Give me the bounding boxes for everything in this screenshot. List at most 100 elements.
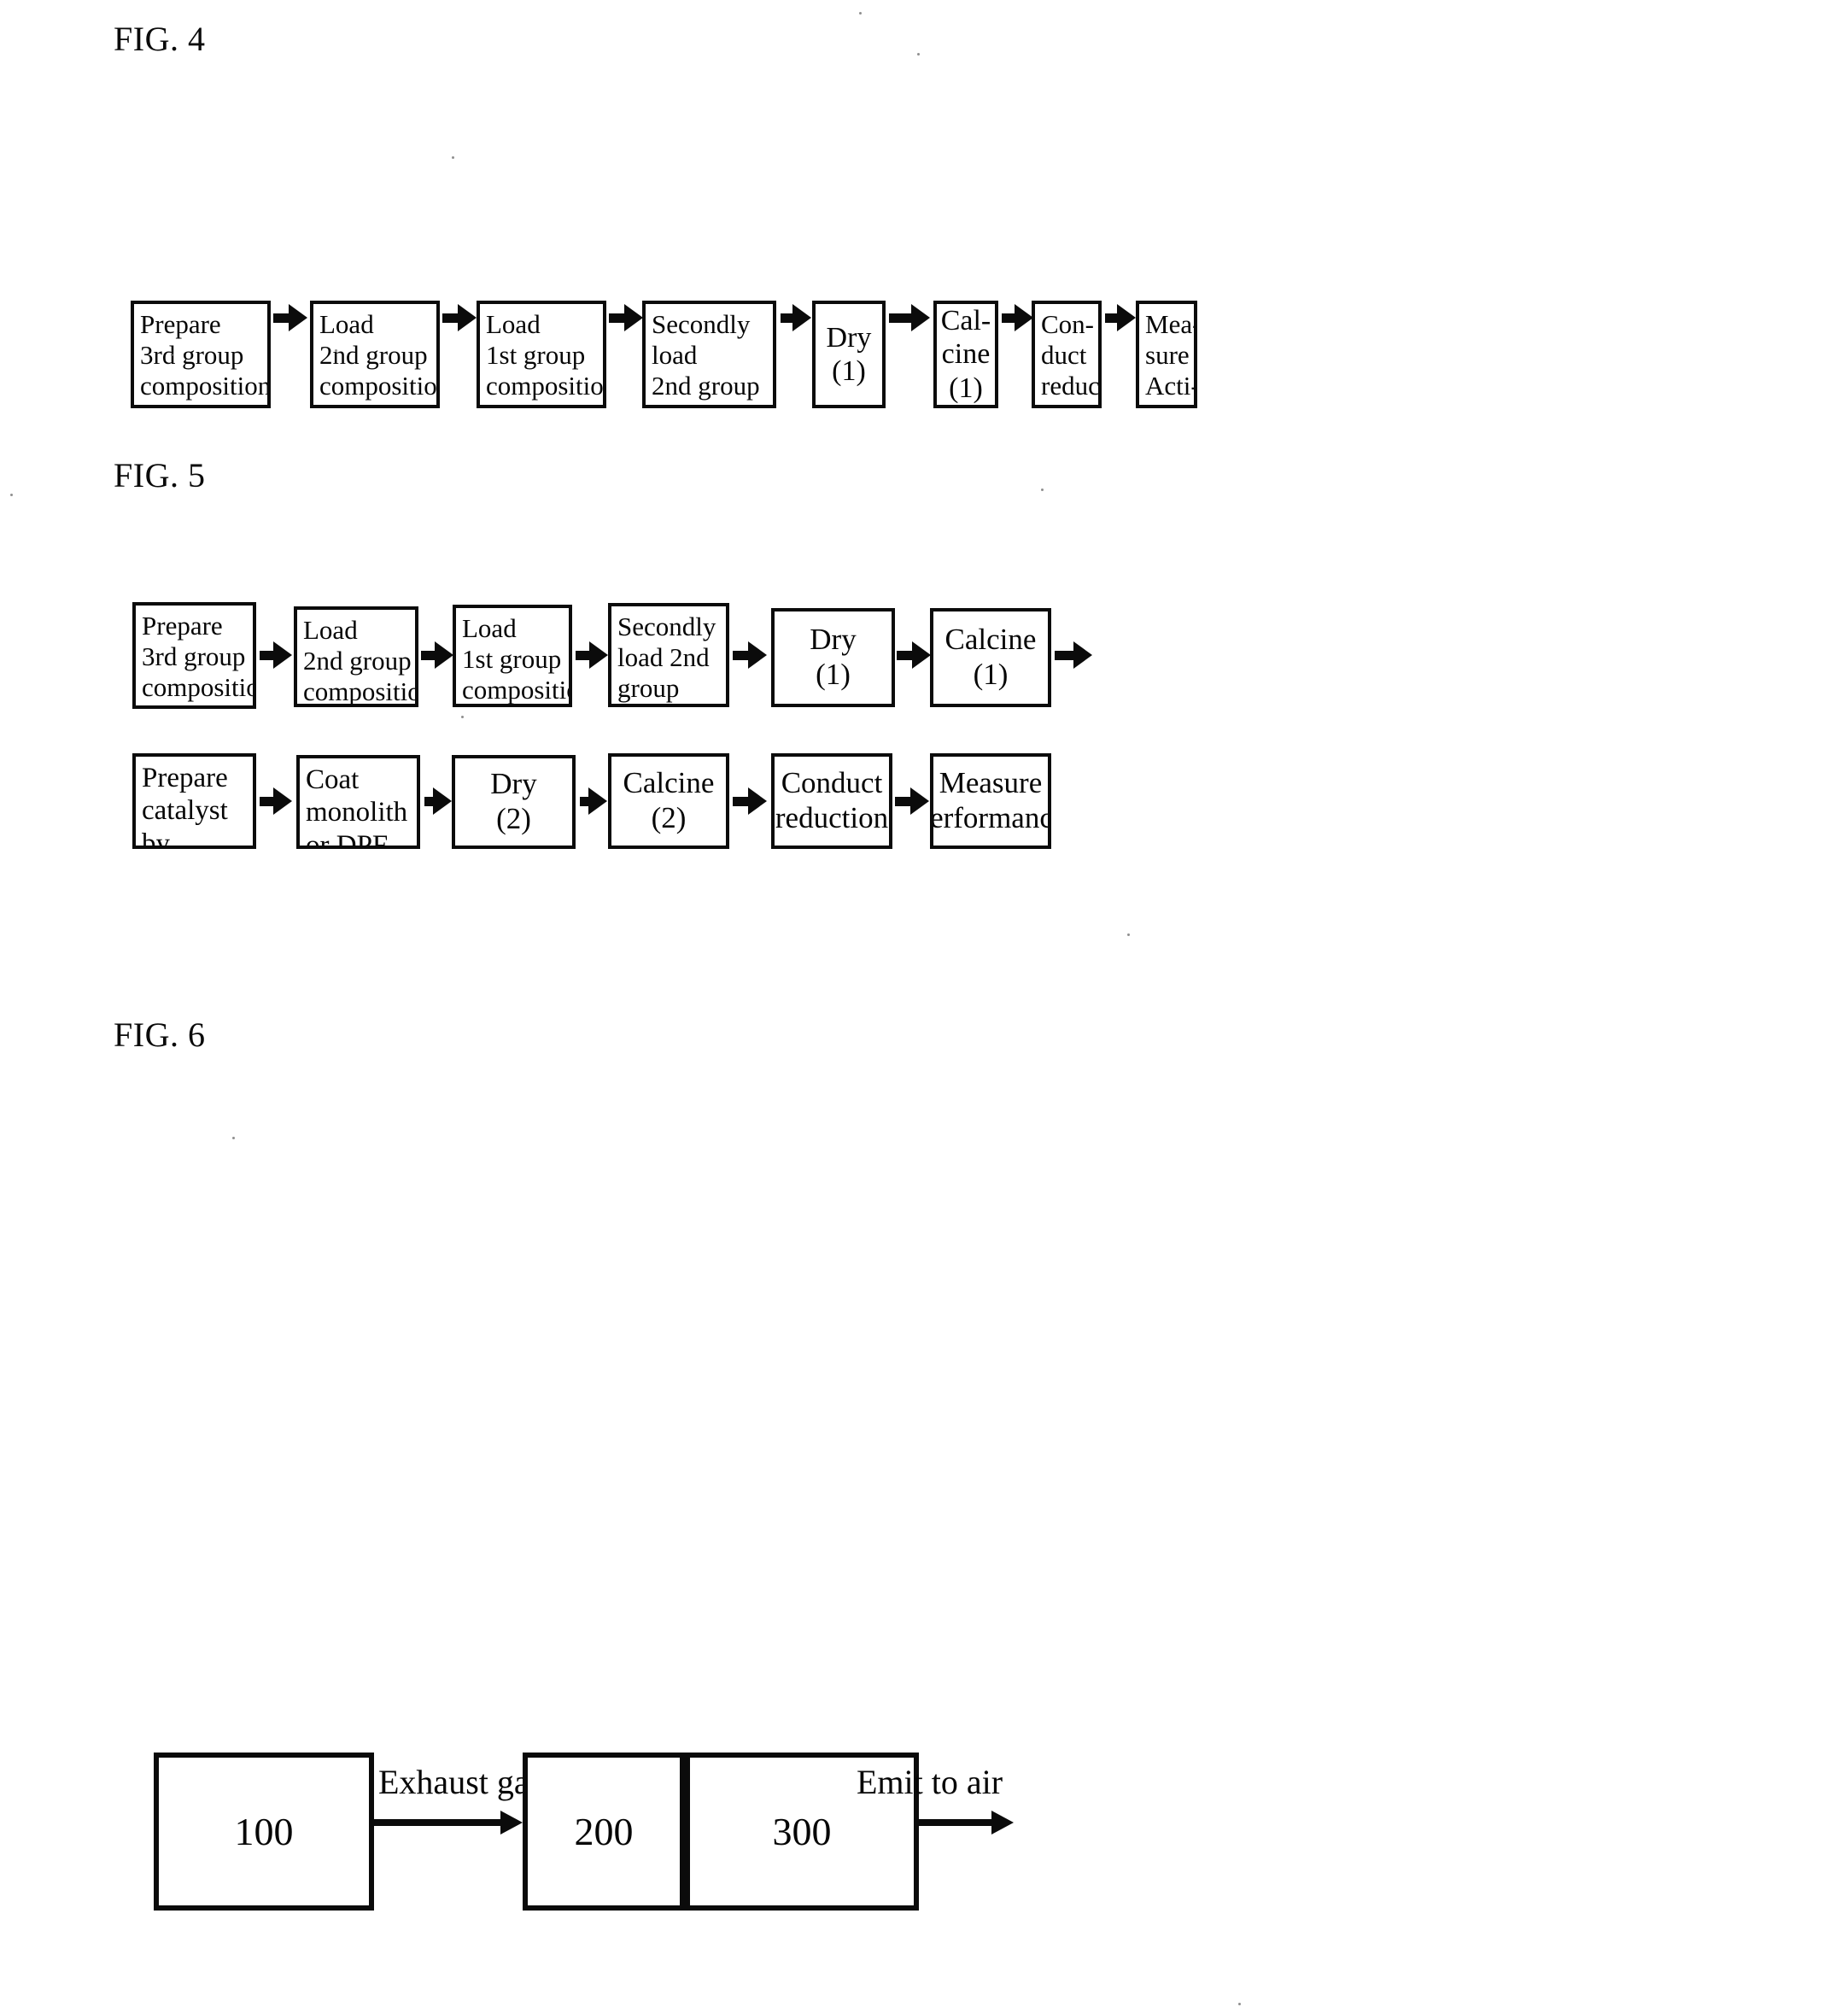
fig6-label-emit-to-air: Emit to air <box>857 1763 1003 1801</box>
fig5-box-calcine-1-text: Calcine (1) <box>944 623 1037 691</box>
arrow-shaft <box>1105 313 1118 323</box>
scan-speck <box>335 349 337 352</box>
fig5-box-calcine-1: Calcine (1) <box>930 608 1051 707</box>
fig5-box-dry-1: Dry (1) <box>771 608 895 707</box>
arrow-head <box>624 304 643 331</box>
fig5-box-coat-monolith-text: Coat monolith or DPF <box>306 764 408 849</box>
fig5-box-secondly-load: Secondly load 2nd group composition of c… <box>608 603 729 707</box>
fig5-box-calcine-2: Calcine (2) <box>608 753 729 849</box>
arrow-shaft <box>1055 650 1074 660</box>
arrow-head <box>273 787 292 815</box>
fig5-box-calcine-2-text: Calcine (2) <box>623 766 715 834</box>
fig5-box-prepare-support-text: Prepare 3rd group composition of support <box>142 611 253 705</box>
fig5-box-dry-1-text: Dry (1) <box>810 623 857 691</box>
arrow-head <box>1073 641 1092 669</box>
arrow-shaft <box>897 650 913 660</box>
fig5-box-prepare-support: Prepare 3rd group composition of support <box>132 602 256 709</box>
arrow-head <box>1117 304 1136 331</box>
scan-speck <box>171 354 173 356</box>
arrow-head <box>1015 304 1033 331</box>
fig5-box-load-2nd-group: Load 2nd group composition of co-catalys… <box>294 606 418 707</box>
fig4-box-load-2nd-group-text: Load 2nd group composition of co-catalys… <box>319 309 440 405</box>
fig4-box-conduct-reduction: Con- duct reduc- tion <box>1032 301 1102 408</box>
fig4-box-secondly-load: Secondly load 2nd group composition of c… <box>642 301 776 408</box>
arrow-shaft <box>442 313 459 323</box>
arrow-head <box>748 787 767 815</box>
arrow-head <box>500 1811 523 1835</box>
fig5-box-load-2nd-group-text: Load 2nd group composition of co-catalys… <box>303 615 415 706</box>
arrow-head <box>289 304 307 331</box>
arrow-head <box>273 641 292 669</box>
fig6-box-100: 100 <box>154 1753 374 1911</box>
arrow-shaft <box>781 313 793 323</box>
patent-drawing-sheet: FIG. 4 Prepare 3rd group composition of … <box>0 0 1848 2013</box>
fig5-box-prepare-catalyst-text: Prepare catalyst by wet milling <box>142 763 228 849</box>
fig5-box-load-1st-group-text: Load 1st group composition of active met… <box>462 613 569 705</box>
arrow-head <box>748 641 767 669</box>
figure-5-label: FIG. 5 <box>114 456 206 494</box>
arrow-shaft <box>733 650 749 660</box>
arrow-head <box>589 641 608 669</box>
figure-4-label: FIG. 4 <box>114 20 206 58</box>
scan-speck <box>1041 489 1044 491</box>
scan-speck <box>10 494 13 496</box>
arrow-shaft <box>424 796 434 806</box>
arrow-head <box>911 304 930 331</box>
fig6-box-200-text: 200 <box>574 1809 634 1853</box>
scan-speck <box>859 12 862 15</box>
fig6-box-100-text: 100 <box>234 1809 294 1853</box>
scan-speck <box>1238 2003 1241 2005</box>
arrow-head <box>588 787 607 815</box>
scan-speck <box>452 156 454 159</box>
fig6-label-exhaust-gas: Exhaust gas <box>378 1763 543 1801</box>
figure-6-label: FIG. 6 <box>114 1015 206 1054</box>
arrow-shaft <box>609 313 625 323</box>
arrow-shaft <box>1002 313 1015 323</box>
arrow-shaft <box>260 796 274 806</box>
arrow-shaft <box>421 650 436 660</box>
fig5-box-dry-2-text: Dry (2) <box>490 767 537 835</box>
scan-speck <box>461 716 464 718</box>
scan-speck <box>232 1137 235 1139</box>
fig4-box-load-2nd-group: Load 2nd group composition of co-catalys… <box>310 301 440 408</box>
scan-speck <box>1127 933 1130 936</box>
arrow-shaft <box>917 1819 992 1826</box>
arrow-shaft <box>576 650 590 660</box>
arrow-head <box>792 304 811 331</box>
fig4-box-conduct-reduction-text: Con- duct reduc- tion <box>1041 309 1100 405</box>
arrow-shaft <box>273 313 289 323</box>
arrow-head <box>991 1811 1014 1835</box>
fig4-box-calcine-1: Cal- cine (1) <box>933 301 998 408</box>
fig5-box-conduct-reduction-text: Conduct reduction <box>775 766 889 834</box>
fig5-box-measure-performance-text: Measure performance <box>930 766 1048 834</box>
fig5-box-secondly-load-text: Secondly load 2nd group composition of c… <box>617 612 726 704</box>
arrow-head <box>435 641 453 669</box>
fig5-box-coat-monolith: Coat monolith or DPF <box>296 755 420 849</box>
fig4-box-prepare-support: Prepare 3rd group composition of support <box>131 301 271 408</box>
fig4-box-measure-activity: Mea- sure Acti- vity <box>1136 301 1197 408</box>
fig4-box-dry-1-text: Dry (1) <box>826 321 872 387</box>
fig4-box-measure-activity-text: Mea- sure Acti- vity <box>1145 309 1197 405</box>
arrow-shaft <box>580 796 589 806</box>
fig5-box-load-1st-group: Load 1st group composition of active met… <box>453 605 572 707</box>
fig4-box-load-1st-group: Load 1st group composition of active met… <box>477 301 606 408</box>
arrow-head <box>910 787 929 815</box>
arrow-shaft <box>260 650 274 660</box>
scan-speck <box>917 53 920 56</box>
fig4-box-dry-1: Dry (1) <box>812 301 886 408</box>
arrow-head <box>912 641 931 669</box>
fig5-box-measure-performance: Measure performance <box>930 753 1051 849</box>
fig6-box-300-text: 300 <box>772 1809 832 1853</box>
arrow-shaft <box>895 796 911 806</box>
fig6-box-200: 200 <box>523 1753 685 1911</box>
arrow-shaft <box>733 796 749 806</box>
fig4-box-calcine-1-text: Cal- cine (1) <box>940 304 991 404</box>
fig4-box-prepare-support-text: Prepare 3rd group composition of support <box>140 309 271 405</box>
arrow-head <box>433 787 452 815</box>
arrow-shaft <box>889 313 912 323</box>
fig5-box-dry-2: Dry (2) <box>452 755 576 849</box>
arrow-shaft <box>374 1819 501 1826</box>
fig5-box-conduct-reduction: Conduct reduction <box>771 753 892 849</box>
fig4-box-secondly-load-text: Secondly load 2nd group composition of c… <box>652 309 773 405</box>
fig5-box-prepare-catalyst: Prepare catalyst by wet milling <box>132 753 256 849</box>
